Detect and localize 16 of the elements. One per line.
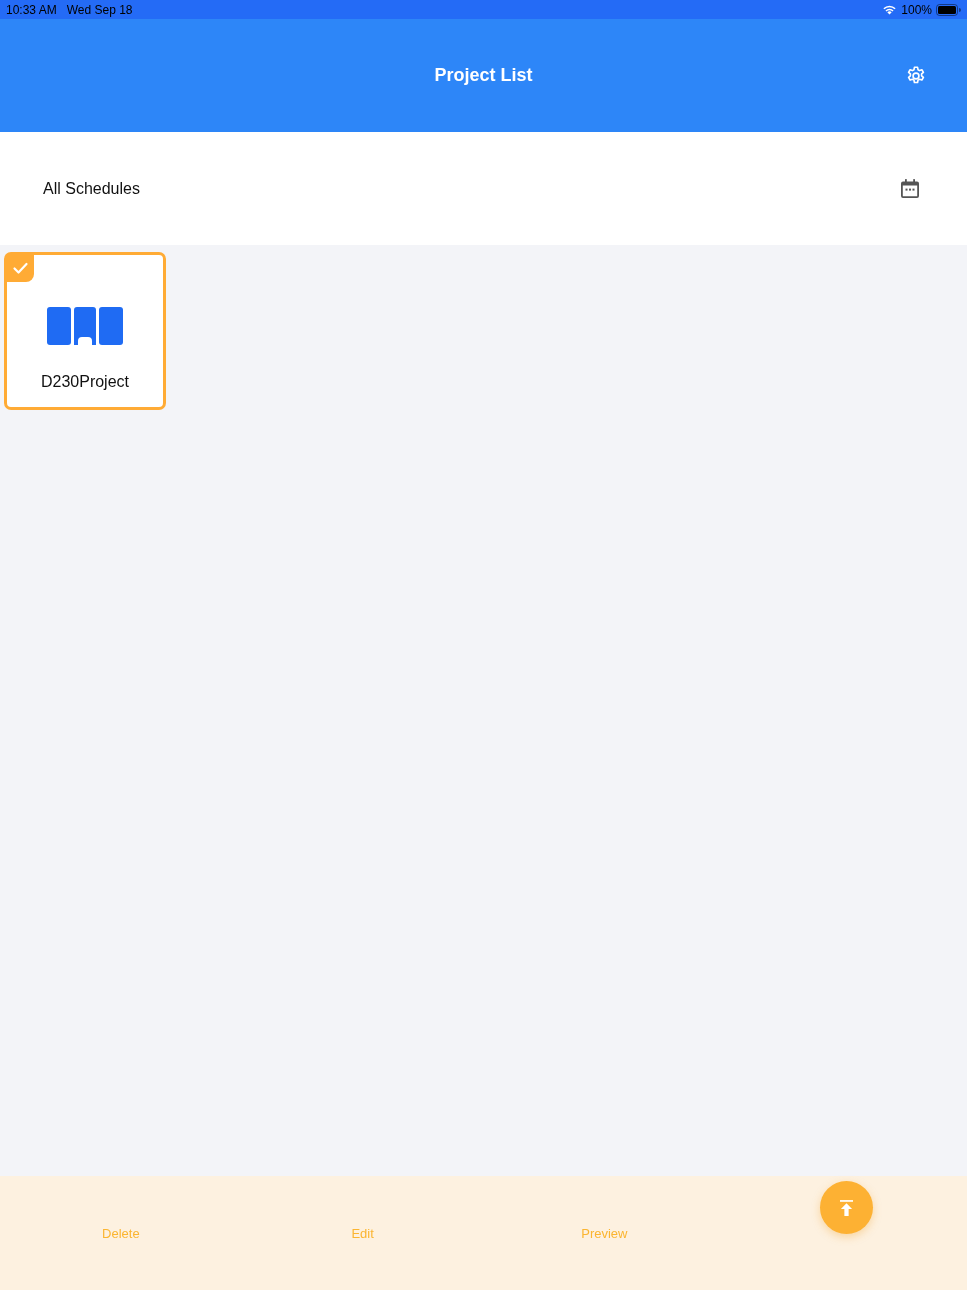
status-date: Wed Sep 18 — [66, 2, 133, 17]
project-icon — [47, 307, 123, 345]
toolbar-button[interactable]: Delete — [96, 1221, 146, 1245]
schedule-filter-label[interactable]: All Schedules — [43, 179, 140, 198]
status-time: 10:33 AM — [6, 2, 57, 17]
toolbar-button[interactable]: Edit — [345, 1221, 380, 1245]
toolbar-button[interactable]: Preview — [575, 1221, 634, 1245]
check-badge-icon — [7, 255, 34, 282]
battery-percent: 100% — [901, 2, 932, 17]
wifi-icon — [882, 4, 898, 15]
battery-icon — [936, 3, 961, 16]
project-name: D230Project — [40, 373, 129, 391]
page-title: Project List — [434, 65, 533, 86]
calendar-icon — [901, 179, 919, 198]
project-card[interactable]: D230Project — [4, 252, 166, 410]
upload-icon — [839, 1199, 853, 1216]
